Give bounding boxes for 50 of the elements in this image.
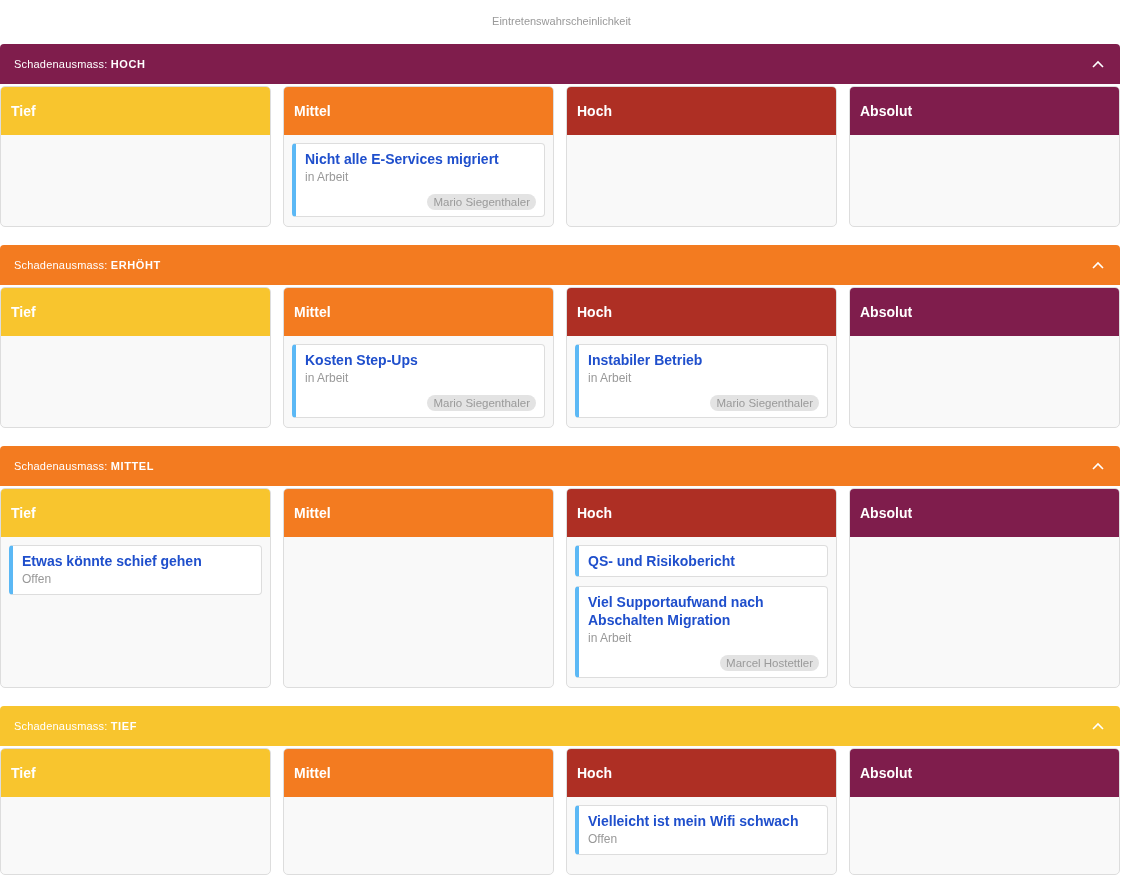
column-header: Absolut bbox=[850, 749, 1119, 797]
column-header: Tief bbox=[1, 489, 270, 537]
risk-card[interactable]: Viel Supportaufwand nach Abschalten Migration in Arbeit Marcel Hostettler bbox=[575, 586, 828, 678]
section-title: Schadenausmass: TIEF bbox=[14, 720, 137, 732]
risk-card[interactable]: Instabiler Betrieb in Arbeit Mario Siegenthaler bbox=[575, 344, 828, 418]
column-header: Hoch bbox=[567, 288, 836, 336]
column-header: Tief bbox=[1, 288, 270, 336]
card-title[interactable]: Nicht alle E-Services migriert bbox=[305, 150, 499, 168]
assignee-tag: Marcel Hostettler bbox=[720, 655, 819, 671]
card-status: Offen bbox=[22, 571, 53, 588]
column-header: Mittel bbox=[284, 288, 553, 336]
risk-card[interactable]: Etwas könnte schief gehen Offen bbox=[9, 545, 262, 595]
chevron-up-icon bbox=[1092, 60, 1104, 68]
column-header: Mittel bbox=[284, 489, 553, 537]
collapse-button[interactable] bbox=[1090, 58, 1106, 70]
card-status: in Arbeit bbox=[588, 370, 633, 387]
section-title: Schadenausmass: MITTEL bbox=[14, 460, 155, 472]
card-status: in Arbeit bbox=[588, 630, 633, 647]
chevron-up-icon bbox=[1092, 261, 1104, 269]
assignee-tag: Mario Siegenthaler bbox=[427, 395, 536, 411]
chevron-up-icon bbox=[1092, 462, 1104, 470]
chevron-up-icon bbox=[1092, 722, 1104, 730]
risk-card[interactable]: Nicht alle E-Services migriert in Arbeit Mario Siegenthaler bbox=[292, 143, 545, 217]
column-header: Hoch bbox=[567, 749, 836, 797]
card-title[interactable]: Instabiler Betrieb bbox=[588, 351, 703, 369]
column-header: Hoch bbox=[567, 87, 836, 135]
axis-title: Eintretenswahrscheinlichkeit bbox=[491, 14, 632, 29]
card-title[interactable]: Etwas könnte schief gehen bbox=[22, 552, 202, 570]
column-header: Absolut bbox=[850, 87, 1119, 135]
risk-card[interactable]: Vielleicht ist mein Wifi schwach Offen bbox=[575, 805, 828, 855]
column-header: Mittel bbox=[284, 749, 553, 797]
risk-card[interactable]: QS- und Risikobericht bbox=[575, 545, 828, 577]
section-title: Schadenausmass: HOCH bbox=[14, 58, 146, 70]
assignee-tag: Mario Siegenthaler bbox=[710, 395, 819, 411]
card-status: Offen bbox=[588, 831, 619, 848]
column-header: Mittel bbox=[284, 87, 553, 135]
column-header: Absolut bbox=[850, 288, 1119, 336]
card-status: in Arbeit bbox=[305, 169, 350, 186]
card-title[interactable]: QS- und Risikobericht bbox=[588, 552, 735, 570]
column-header: Hoch bbox=[567, 489, 836, 537]
assignee-tag: Mario Siegenthaler bbox=[427, 194, 536, 210]
risk-card[interactable]: Kosten Step-Ups in Arbeit Mario Siegenthaler bbox=[292, 344, 545, 418]
column-header: Tief bbox=[1, 87, 270, 135]
card-title[interactable]: Vielleicht ist mein Wifi schwach bbox=[588, 812, 799, 830]
column-header: Absolut bbox=[850, 489, 1119, 537]
column-header: Tief bbox=[1, 749, 270, 797]
card-title[interactable]: Viel Supportaufwand nach Abschalten Migration bbox=[588, 593, 819, 629]
card-title[interactable]: Kosten Step-Ups bbox=[305, 351, 418, 369]
section-title: Schadenausmass: ERHÖHT bbox=[14, 259, 161, 271]
card-status: in Arbeit bbox=[305, 370, 350, 387]
